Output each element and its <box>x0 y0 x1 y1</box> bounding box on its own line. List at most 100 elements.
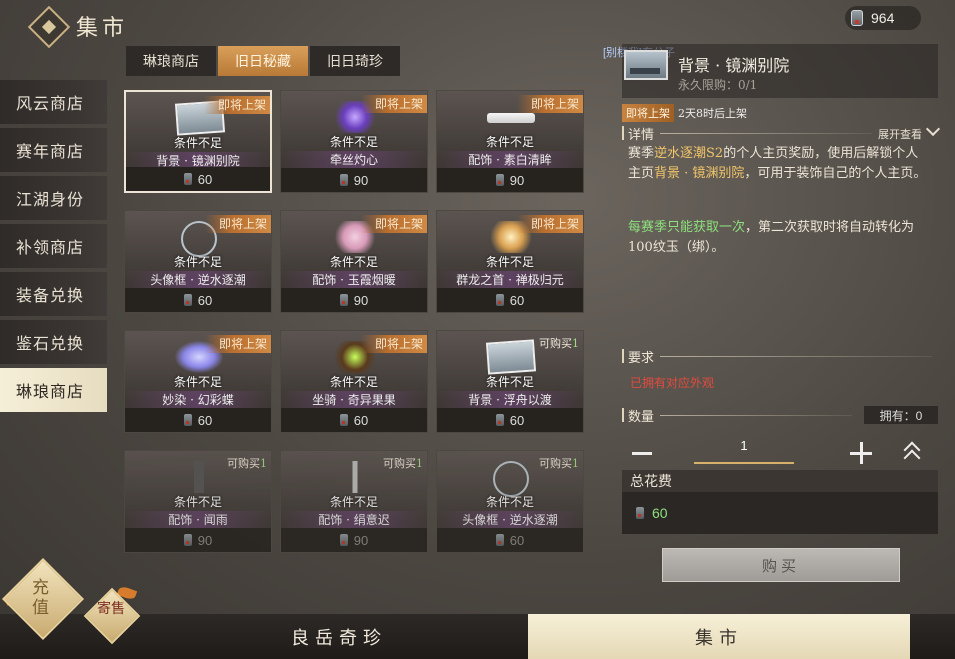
tab-liangyue-qizhen[interactable]: 良岳奇珍 <box>150 614 528 659</box>
plus-icon[interactable] <box>850 442 872 464</box>
desc-text: ，可用于装饰自己的个人主页。 <box>744 166 927 181</box>
quantity-value[interactable]: 1 <box>694 438 794 453</box>
jade-coin-icon <box>339 294 348 306</box>
jade-coin-icon <box>183 173 192 185</box>
sidebar-item-jianshi[interactable]: 鉴石兑换 <box>0 320 107 364</box>
limit-label: 可购买 <box>227 457 260 470</box>
condition-text: 条件不足 <box>329 375 378 389</box>
price-value: 60 <box>509 532 525 548</box>
max-quantity-icon[interactable] <box>902 440 924 467</box>
total-cost: 60 <box>622 492 938 534</box>
item-name: 配饰 · 素白清眸 <box>437 151 583 169</box>
shop-item-card[interactable]: 即将上架条件不足妙染 · 幻彩蝶 60 <box>124 330 272 433</box>
detail-description: 赛季逆水逐潮S2的个人主页奖励，使用后解锁个人主页背景 · 镜渊别院，可用于装饰… <box>628 144 928 184</box>
sidebar-item-equipment[interactable]: 装备兑换 <box>0 272 107 316</box>
chevron-down-icon <box>925 121 941 137</box>
jade-coin-icon <box>183 534 192 546</box>
price-value: 60 <box>197 171 213 187</box>
price-value: 90 <box>353 172 369 188</box>
shop-item-card[interactable]: 即将上架 条件不足 坐骑 · 奇异果果 60 <box>280 330 428 433</box>
divider <box>660 414 852 416</box>
limit-label: 可购买 <box>539 457 572 470</box>
details-section-title: 详情 <box>628 127 655 143</box>
tab-jiuri-micang[interactable]: 旧日秘藏 <box>218 46 308 76</box>
jade-coin-icon <box>339 174 348 186</box>
limit-label: 可购买 <box>539 337 572 350</box>
tab-market[interactable]: 集市 <box>528 614 910 659</box>
condition-text: 条件不足 <box>173 136 222 150</box>
countdown-text: 2天8时后上架 <box>678 107 747 120</box>
expand-button[interactable]: 展开查看 <box>878 121 941 142</box>
coming-soon-badge: 即将上架 <box>204 335 271 353</box>
shop-item-card[interactable]: 可购买1 条件不足 配饰 · 绢意迟 90 <box>280 450 428 553</box>
limit-count: 1 <box>572 337 579 350</box>
landscape-frame-icon <box>485 339 537 375</box>
item-price: 60 <box>126 167 270 191</box>
desc-text: 赛季 <box>628 146 655 161</box>
shop-item-card[interactable]: 可购买1 条件不足 配饰 · 闻雨 90 <box>124 450 272 553</box>
quantity-title: 数量 <box>628 409 655 425</box>
divider <box>660 132 872 134</box>
condition-text: 条件不足 <box>485 495 534 509</box>
jade-coin-icon <box>339 534 348 546</box>
jade-coin-icon <box>495 414 504 426</box>
limit-label: 可购买 <box>383 457 416 470</box>
shop-item-card[interactable]: 即将上架 条件不足 群龙之首 · 禅极归元 60 <box>436 210 584 313</box>
jade-coin-icon <box>183 294 192 306</box>
top-bar: 集市 964 <box>0 0 955 49</box>
detail-header: 背景 · 镜渊别院 永久限购：0/1 <box>622 44 938 98</box>
condition-text: 条件不足 <box>485 135 534 149</box>
coming-soon-badge: 即将上架 <box>204 215 271 233</box>
shop-item-card[interactable]: 可购买1 条件不足 背景 · 浮舟以渡 60 <box>436 330 584 433</box>
item-price: 60 <box>281 408 427 432</box>
price-value: 60 <box>197 412 213 428</box>
item-price: 60 <box>437 408 583 432</box>
price-value: 90 <box>353 532 369 548</box>
coming-soon-badge: 即将上架 <box>516 95 583 113</box>
consign-label: 寄售 <box>97 601 125 617</box>
shop-item-card[interactable]: 即将上架 条件不足 牵丝灼心 90 <box>280 90 428 193</box>
condition-text: 条件不足 <box>173 255 222 269</box>
sidebar-item-jianghu[interactable]: 江湖身份 <box>0 176 107 220</box>
item-name: 配饰 · 玉霞烟暖 <box>281 271 427 289</box>
tab-linlang[interactable]: 琳琅商店 <box>126 46 216 76</box>
shop-item-card[interactable]: 即将上架 条件不足 背景 · 镜渊别院 60 <box>124 90 272 193</box>
purchase-limit-badge: 可购买1 <box>539 455 579 471</box>
item-price: 90 <box>437 168 583 192</box>
recharge-label: 充值 <box>32 578 49 618</box>
jade-coin-icon <box>495 534 504 546</box>
item-price: 90 <box>281 168 427 192</box>
tab-jiuri-qizhen[interactable]: 旧日琦珍 <box>310 46 400 76</box>
item-name: 牵丝灼心 <box>281 151 427 169</box>
currency-display[interactable]: 964 <box>845 6 921 30</box>
sidebar-item-fengyun[interactable]: 风云商店 <box>0 80 107 124</box>
shop-item-card[interactable]: 可购买1 条件不足 头像框 · 逆水逐潮 60 <box>436 450 584 553</box>
shop-item-card[interactable]: 即将上架条件不足配饰 · 素白清眸 90 <box>436 90 584 193</box>
currency-amount: 964 <box>871 10 895 26</box>
item-price: 60 <box>437 528 583 552</box>
item-name: 妙染 · 幻彩蝶 <box>125 391 271 409</box>
detail-countdown: 即将上架 2天8时后上架 <box>622 104 747 122</box>
jade-coin-icon <box>339 414 348 426</box>
shop-tabs: 琳琅商店 旧日秘藏 旧日琦珍 <box>126 46 402 76</box>
detail-purchase-limit: 永久限购：0/1 <box>678 78 758 92</box>
sidebar-item-sainian[interactable]: 赛年商店 <box>0 128 107 172</box>
shop-item-card[interactable]: 即将上架 条件不足 配饰 · 玉霞烟暖 90 <box>280 210 428 313</box>
condition-text: 条件不足 <box>485 375 534 389</box>
buy-button[interactable]: 购买 <box>662 548 900 582</box>
limit-count: 1 <box>572 457 579 470</box>
purchase-limit-badge: 可购买1 <box>227 455 267 471</box>
requirements-section-header: 要求 <box>622 347 938 366</box>
back-diamond-icon[interactable] <box>27 5 71 49</box>
sidebar-item-linlang[interactable]: 琳琅商店 <box>0 368 107 412</box>
minus-icon[interactable] <box>632 452 652 455</box>
shop-item-card[interactable]: 即将上架 条件不足 头像框 · 逆水逐潮 60 <box>124 210 272 313</box>
price-value: 90 <box>353 292 369 308</box>
details-section-header: 详情 展开查看 <box>622 121 941 143</box>
desc-highlight: 逆水逐潮S2 <box>654 146 724 161</box>
expand-label: 展开查看 <box>878 128 922 141</box>
item-grid: 即将上架 条件不足 背景 · 镜渊别院 60 即将上架 条件不足 牵丝灼心 90 即将上架 条件不… <box>124 90 584 553</box>
condition-text: 条件不足 <box>173 375 222 389</box>
condition-text: 条件不足 <box>329 255 378 269</box>
sidebar-item-buling[interactable]: 补领商店 <box>0 224 107 268</box>
